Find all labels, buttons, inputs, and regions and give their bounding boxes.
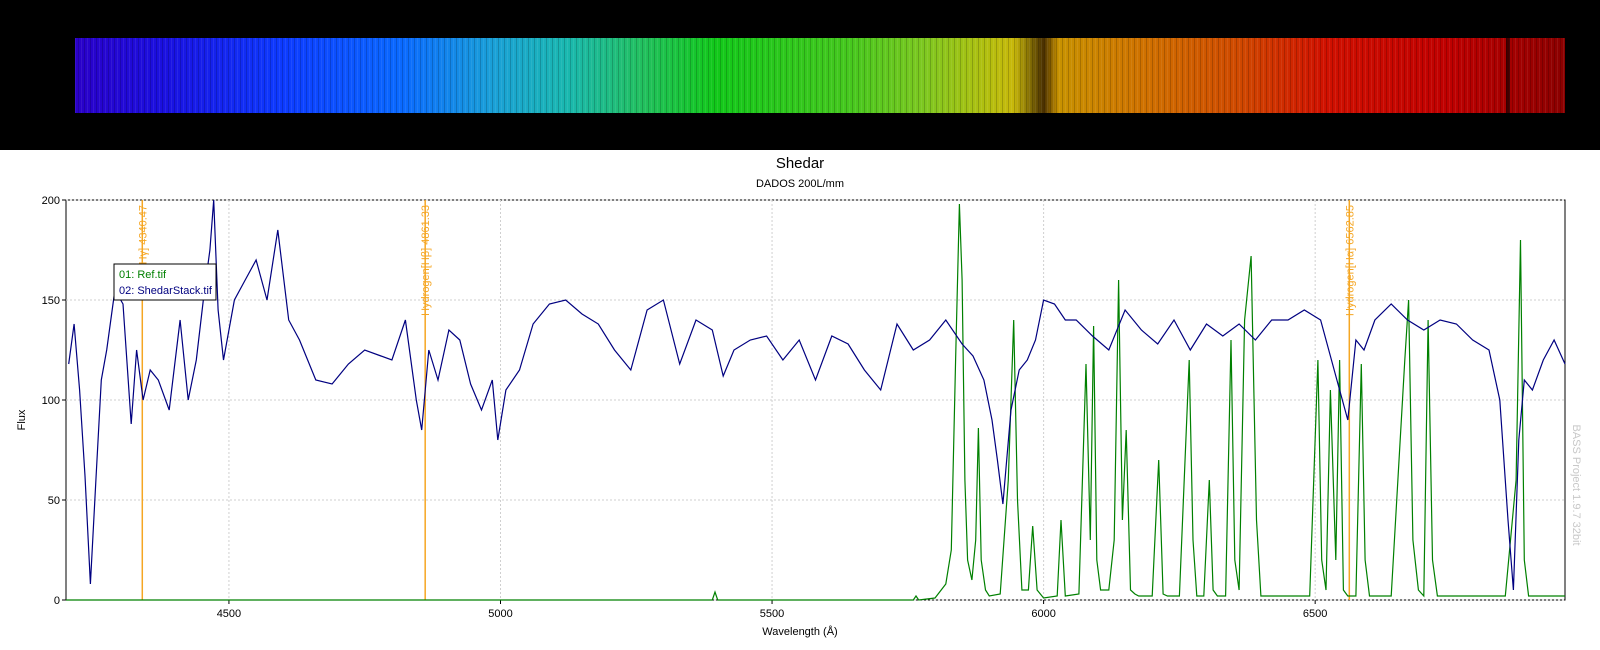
- y-axis-label: Flux: [16, 409, 28, 430]
- y-tick-label-4: 200: [42, 195, 60, 207]
- reference-line-label-2: Hydrogen[Hα] 6562.85: [1344, 205, 1356, 316]
- x-tick-label-4: 6500: [1303, 608, 1327, 620]
- y-tick-label-1: 50: [48, 495, 60, 507]
- chart: Shedar DADOS 200L/mm 4500 5000 5500 6000 650…: [16, 155, 1582, 638]
- watermark: BASS Project 1.9.7 32bit: [1570, 424, 1582, 545]
- chart-title: Shedar: [776, 155, 824, 172]
- spectrum-band: [0, 0, 1600, 150]
- legend-entry-0: 01: Ref.tif: [119, 269, 167, 281]
- spectrum-strip: [75, 38, 1565, 113]
- y-tick-label-0: 0: [54, 595, 60, 607]
- reference-line-label-1: Hydrogen[Hβ] 4861.33: [420, 205, 432, 316]
- legend-entry-1: 02: ShedarStack.tif: [119, 285, 213, 297]
- y-tick-label-3: 150: [42, 295, 60, 307]
- x-tick-label-3: 6000: [1031, 608, 1055, 620]
- x-tick-label-2: 5500: [760, 608, 784, 620]
- x-tick-label-1: 5000: [488, 608, 512, 620]
- plot-area: 4500 5000 5500 6000 6500050100150200Hy[Hγ] 4…: [42, 195, 1566, 620]
- spectrum-lines: [75, 38, 1565, 113]
- x-axis-label: Wavelength (Å): [762, 625, 837, 638]
- y-tick-label-2: 100: [42, 395, 60, 407]
- chart-subtitle: DADOS 200L/mm: [756, 178, 844, 190]
- x-tick-label-0: 4500: [217, 608, 241, 620]
- spectrum-dark-line: [1506, 38, 1510, 113]
